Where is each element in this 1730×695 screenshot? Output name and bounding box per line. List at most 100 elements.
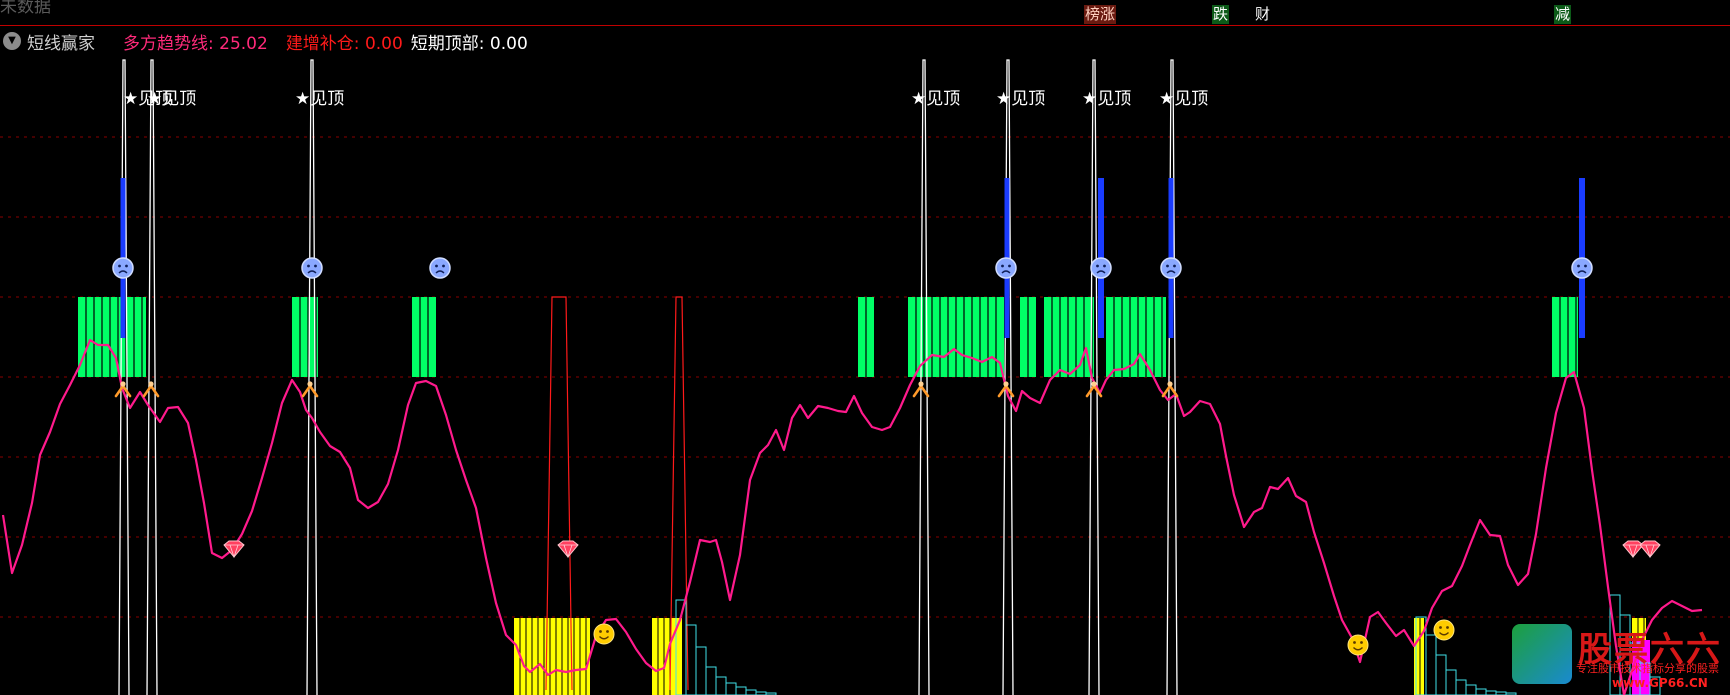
cyan-step-bar bbox=[715, 676, 727, 695]
cyan-step-bar bbox=[1485, 690, 1497, 695]
indicator-chart[interactable]: ★见顶★见顶 ★见顶 ★见顶 ★见顶 ★见顶 ★见顶 bbox=[0, 0, 1730, 695]
sad-face-eye bbox=[1096, 264, 1099, 268]
cyan-step-bar bbox=[1435, 654, 1447, 695]
happy-face-icon bbox=[1347, 634, 1369, 656]
happy-face-circle bbox=[593, 623, 615, 645]
chevron-down-icon: ▼ bbox=[8, 35, 16, 46]
diamond-shape bbox=[1639, 540, 1661, 558]
sad-face-eye bbox=[1001, 264, 1004, 268]
watermark-sub-text: 专注股市技术指标分享的股票 bbox=[1576, 662, 1719, 675]
green-zone-block bbox=[1106, 297, 1166, 377]
happy-face-eye bbox=[1353, 641, 1356, 644]
cyan-step-bar bbox=[1465, 684, 1477, 695]
sad-face-eye bbox=[1577, 264, 1580, 268]
happy-face-eye bbox=[606, 630, 609, 633]
watermark-logo: 股票六六 专注股市技术指标分享的股票 www.GP66.CN bbox=[1512, 622, 1730, 695]
sad-face-circle bbox=[1571, 257, 1593, 279]
sad-face-icon bbox=[995, 257, 1017, 279]
marker-chevron bbox=[142, 383, 160, 398]
sad-face-eye bbox=[1008, 264, 1011, 268]
trend-value-label: 多方趋势线: 25.02 bbox=[123, 33, 268, 54]
top-status-bar: 未数据 榜涨 跌 财 减 bbox=[0, 0, 1730, 26]
watermark-url: www.GP66.CN bbox=[1612, 676, 1708, 690]
sad-face-eye bbox=[435, 264, 438, 268]
sad-face-eye bbox=[125, 264, 128, 268]
top-signal-label: ★见顶 bbox=[1159, 89, 1208, 109]
sad-face-circle bbox=[429, 257, 451, 279]
cyan-step-bar bbox=[1425, 634, 1437, 695]
top-signal-label: ★见顶 bbox=[1082, 89, 1131, 109]
sad-face-circle bbox=[1160, 257, 1182, 279]
diamond-icon bbox=[557, 540, 579, 559]
header-divider bbox=[0, 25, 1730, 26]
sad-face-icon bbox=[112, 257, 134, 279]
diamond-shape bbox=[1622, 540, 1644, 558]
marker-head bbox=[1003, 381, 1009, 387]
happy-face-eye bbox=[599, 630, 602, 633]
top-signal-label: ★见顶 bbox=[147, 89, 196, 109]
happy-face-circle bbox=[1433, 619, 1455, 641]
cyan-step-bar bbox=[1475, 688, 1487, 695]
sad-face-eye bbox=[1173, 264, 1176, 268]
sad-face-eye bbox=[442, 264, 445, 268]
tag-jian[interactable]: 减 bbox=[1554, 5, 1572, 24]
sad-face-icon bbox=[1160, 257, 1182, 279]
sell-marker-icon bbox=[142, 381, 160, 398]
zone-blocks bbox=[78, 297, 1650, 695]
green-zone-block bbox=[78, 297, 146, 377]
cyan-step-bar bbox=[1445, 669, 1457, 695]
top-signal-labels: ★见顶★见顶 ★见顶 ★见顶 ★见顶 ★见顶 ★见顶 bbox=[123, 89, 1208, 109]
cyan-step-bar bbox=[1455, 679, 1467, 695]
tag-die[interactable]: 跌 bbox=[1212, 5, 1230, 24]
sad-face-eye bbox=[314, 264, 317, 268]
sad-face-circle bbox=[1090, 257, 1112, 279]
top-signal-label: ★见顶 bbox=[996, 89, 1045, 109]
sad-face-eye bbox=[1166, 264, 1169, 268]
sad-face-circle bbox=[301, 257, 323, 279]
sad-face-eye bbox=[1584, 264, 1587, 268]
marker-head bbox=[1167, 381, 1173, 387]
white-spike bbox=[918, 59, 930, 695]
indicator-name[interactable]: 短线赢家 bbox=[27, 29, 95, 54]
happy-face-eye bbox=[1439, 626, 1442, 629]
white-spike bbox=[1166, 59, 1178, 695]
cyan-step-bar bbox=[695, 646, 707, 695]
happy-face-eye bbox=[1360, 641, 1363, 644]
marker-head bbox=[1091, 381, 1097, 387]
marker-head bbox=[918, 381, 924, 387]
sad-face-icon bbox=[1571, 257, 1593, 279]
indicator-header: ▼ 短线赢家 多方趋势线: 25.02 建增补仓: 0.00 短期顶部: 0.0… bbox=[0, 28, 700, 54]
trend-line-layer bbox=[1, 338, 1703, 695]
diamond-shape bbox=[557, 540, 579, 558]
top-signal-label: ★见顶 bbox=[295, 89, 344, 109]
cyan-step-bar bbox=[745, 689, 757, 695]
happy-face-icon bbox=[1433, 619, 1455, 641]
diamond-icon bbox=[1639, 540, 1661, 559]
marker-chevron bbox=[1085, 383, 1103, 398]
sad-face-eye bbox=[118, 264, 121, 268]
happy-face-circle bbox=[1347, 634, 1369, 656]
marker-head bbox=[148, 381, 154, 387]
diamond-icon bbox=[1622, 540, 1644, 559]
cyan-step-bar bbox=[735, 686, 747, 695]
happy-face-icon bbox=[593, 623, 615, 645]
sad-face-circle bbox=[112, 257, 134, 279]
sad-face-icon bbox=[301, 257, 323, 279]
short-top-label: 短期顶部: 0.00 bbox=[410, 33, 528, 54]
tag-cai[interactable]: 财 bbox=[1254, 5, 1271, 24]
sad-face-circle bbox=[995, 257, 1017, 279]
green-zone-block bbox=[1552, 297, 1578, 377]
marker-head bbox=[120, 381, 126, 387]
logo-icon bbox=[1512, 624, 1572, 684]
cyan-step-bar bbox=[725, 682, 737, 695]
yellow-zone-block bbox=[514, 618, 590, 695]
top-signal-label: ★见顶 bbox=[911, 89, 960, 109]
indicator-toggle-button[interactable]: ▼ bbox=[3, 32, 21, 50]
happy-face-eye bbox=[1446, 626, 1449, 629]
cyan-step-bar bbox=[705, 666, 717, 695]
add-position-label: 建增补仓: 0.00 bbox=[285, 33, 403, 54]
sad-face-icon bbox=[1090, 257, 1112, 279]
marker-head bbox=[307, 381, 313, 387]
sad-face-icon bbox=[429, 257, 451, 279]
tag-bang-zhang[interactable]: 榜涨 bbox=[1084, 5, 1117, 24]
